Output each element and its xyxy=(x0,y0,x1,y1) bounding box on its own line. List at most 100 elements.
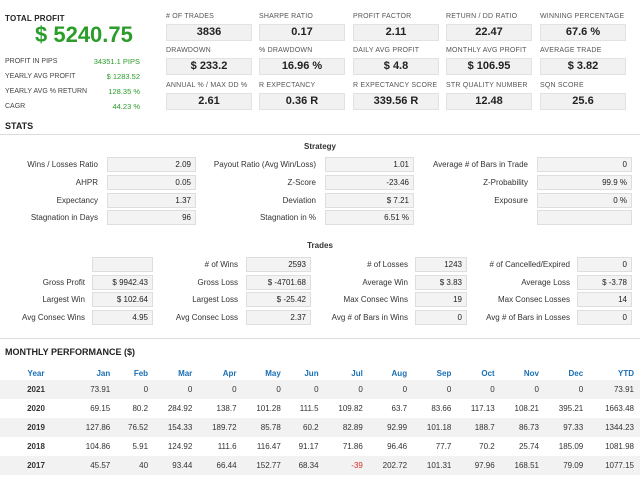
strategy-stat-label: Stagnation in % xyxy=(259,213,316,222)
trades-stat-value: $ 102.64 xyxy=(92,292,153,307)
strategy-stat-value: 6.51 % xyxy=(325,210,414,225)
kpi-label: STR QUALITY NUMBER xyxy=(446,82,528,89)
monthly-header-row: Year Jan Feb Mar Apr May Jun Jul Aug Sep Oct Nov Dec… xyxy=(0,366,640,380)
stats-divider xyxy=(0,134,640,135)
kpi-value: 3836 xyxy=(196,26,222,38)
strategy-stat-value: 2.09 xyxy=(107,157,196,172)
month-value-cell: 124.92 xyxy=(167,442,193,451)
month-value-cell: 1081.98 xyxy=(605,442,634,451)
strategy-stat-label: Z-Probability xyxy=(483,178,528,187)
trades-stat-value: 19 xyxy=(415,292,467,307)
month-value-cell: 1077.15 xyxy=(589,456,640,475)
kpi-value: $ 4.8 xyxy=(383,60,409,72)
monthly-table: Year Jan Feb Mar Apr May Jun Jul Aug Sep Oct Nov Dec… xyxy=(0,366,640,475)
month-value-cell: 152.77 xyxy=(242,456,287,475)
kpi-label: SQN SCORE xyxy=(540,82,584,89)
kpi-label: DAILY AVG PROFIT xyxy=(353,47,420,54)
strategy-stat-label: Z-Score xyxy=(287,178,316,187)
month-value-cell: 189.72 xyxy=(198,418,243,437)
monthly-header-cell: Jul xyxy=(351,368,363,378)
trades-stat-value: $ -4701.68 xyxy=(246,275,311,290)
month-value-cell: 0 xyxy=(116,380,155,399)
trades-stat-value: 1243 xyxy=(415,257,467,272)
kpi-box: $ 3.82 xyxy=(540,58,626,75)
month-value-cell: 0 xyxy=(154,380,199,399)
month-value-cell: 97.96 xyxy=(457,456,501,475)
month-value-cell: 0 xyxy=(324,380,369,399)
monthly-header-cell: Year xyxy=(27,368,45,378)
strategy-stat-value: -23.46 xyxy=(325,175,414,190)
month-value-cell: 76.52 xyxy=(116,418,155,437)
year-cell: 2019 xyxy=(0,418,72,437)
trades-stat-value: $ 9942.43 xyxy=(92,275,153,290)
strategy-title: Strategy xyxy=(303,142,336,151)
kpi-box: 12.48 xyxy=(446,93,532,110)
month-value-cell: 0 xyxy=(413,380,458,399)
month-value-cell: 92.99 xyxy=(368,418,414,437)
month-value-cell: 101.18 xyxy=(413,418,458,437)
trades-stat-label: Avg Consec Wins xyxy=(22,313,85,322)
kpi-value: 25.6 xyxy=(572,95,594,107)
monthly-divider xyxy=(0,338,640,339)
strategy-stat-value: 0 % xyxy=(537,193,632,208)
month-value-cell: 69.15 xyxy=(90,404,111,413)
month-value-cell: 25.74 xyxy=(518,442,539,451)
profit-in-pips-label: PROFIT IN PIPS xyxy=(5,58,58,65)
kpi-label: WINNING PERCENTAGE xyxy=(540,13,625,20)
trades-stat-label: # of Losses xyxy=(367,260,408,269)
monthly-title: MONTHLY PERFORMANCE ($) xyxy=(5,347,136,357)
kpi-box: $ 4.8 xyxy=(353,58,439,75)
trades-stat-value: 4.95 xyxy=(92,310,153,325)
month-value-cell: 0 xyxy=(368,380,414,399)
month-value-cell: 188.7 xyxy=(457,418,501,437)
strategy-stat-label: Exposure xyxy=(494,196,528,205)
kpi-box: 0.17 xyxy=(259,24,345,41)
monthly-header-cell: Apr xyxy=(222,368,237,378)
strategy-stat-value: 1.01 xyxy=(325,157,414,172)
year-cell: 2020 xyxy=(27,404,45,413)
trades-stat-label: Max Consec Wins xyxy=(343,295,408,304)
table-row: 2021 73.91 0 0 0 0 0 0 0 0 0 0 0 73.91 xyxy=(0,380,640,399)
trades-stat-label: Avg # of Bars in Losses xyxy=(486,313,570,322)
monthly-header-cell: YTD xyxy=(618,368,634,378)
month-value-cell: 109.82 xyxy=(338,404,363,413)
month-value-cell: 111.5 xyxy=(299,404,319,413)
trades-stat-label: Average Loss xyxy=(521,278,570,287)
yearly-avg-profit-label: YEARLY AVG PROFIT xyxy=(5,73,76,80)
yearly-avg-profit-value: $ 1283.52 xyxy=(106,72,140,81)
month-value-cell: 168.51 xyxy=(500,456,545,475)
month-value-cell: 77.7 xyxy=(435,442,452,451)
table-row: 2017 45.57 40 93.44 66.44 152.77 68.34 -39 202.7… xyxy=(0,456,640,475)
kpi-label: % DRAWDOWN xyxy=(259,47,313,54)
total-profit-value: $ 5240.75 xyxy=(35,22,133,47)
month-value-cell: 0 xyxy=(544,380,590,399)
kpi-value: 339.56 R xyxy=(373,95,419,107)
trades-stat-label: # of Cancelled/Expired xyxy=(489,260,571,269)
kpi-box: 22.47 xyxy=(446,24,532,41)
month-value-cell: 117.13 xyxy=(470,404,495,413)
kpi-value: 2.11 xyxy=(385,26,407,38)
monthly-header-cell: Mar xyxy=(178,368,193,378)
kpi-label: R EXPECTANCY xyxy=(259,82,316,89)
kpi-label: RETURN / DD RATIO xyxy=(446,13,518,20)
month-value-cell: 45.57 xyxy=(72,456,117,475)
month-value-cell: 395.21 xyxy=(558,404,584,413)
kpi-value: 12.48 xyxy=(475,95,503,107)
monthly-body: 2021 73.91 0 0 0 0 0 0 0 0 0 0 0 73.91 2020 69.15 80.2 28… xyxy=(0,380,640,475)
month-value-cell: 40 xyxy=(116,456,155,475)
monthly-header-cell: Aug xyxy=(391,368,408,378)
trades-stat-label: Avg # of Bars in Wins xyxy=(331,313,408,322)
kpi-box: 2.61 xyxy=(166,93,252,110)
month-value-cell: 86.73 xyxy=(500,418,545,437)
month-value-cell: -39 xyxy=(324,456,369,475)
month-value-cell: 0 xyxy=(500,380,545,399)
stats-title: STATS xyxy=(5,121,34,131)
month-value-cell: 1344.23 xyxy=(589,418,640,437)
month-value-cell: 116.47 xyxy=(256,442,281,451)
kpi-box: $ 106.95 xyxy=(446,58,532,75)
monthly-header-cell: Sep xyxy=(436,368,452,378)
month-value-cell: 108.21 xyxy=(514,404,539,413)
trades-title: Trades xyxy=(307,241,333,250)
month-value-cell: 0 xyxy=(242,380,287,399)
kpi-label: # OF TRADES xyxy=(166,13,214,20)
